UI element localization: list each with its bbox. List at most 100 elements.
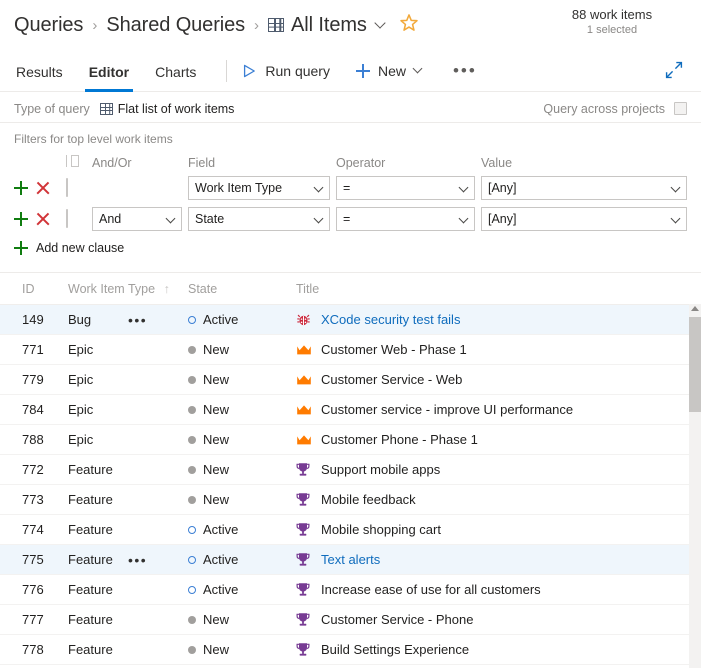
work-items-table: ID Work Item Type ↑ State Title 149 Bug ••… bbox=[0, 273, 701, 665]
query-type-value[interactable]: Flat list of work items bbox=[99, 101, 235, 116]
filter-row-checkbox[interactable] bbox=[66, 178, 68, 197]
cell-work-item-type: Feature bbox=[68, 604, 128, 635]
cell-title: Customer Web - Phase 1 bbox=[296, 334, 701, 365]
cell-work-item-type: Epic bbox=[68, 424, 128, 455]
cell-work-item-type: Bug bbox=[68, 304, 128, 335]
work-items-selected: 1 selected bbox=[586, 24, 638, 36]
filter-operator-select[interactable]: = bbox=[336, 207, 475, 231]
state-indicator-icon bbox=[188, 375, 196, 384]
state-indicator-icon bbox=[188, 495, 196, 504]
table-row[interactable]: 778 Feature New Build Settings Experience bbox=[0, 634, 701, 665]
tab-editor[interactable]: Editor bbox=[84, 50, 134, 92]
filter-operator-select[interactable]: = bbox=[336, 176, 475, 200]
work-item-title-link[interactable]: Customer Service - Phone bbox=[321, 612, 473, 627]
filter-field-cell: Work Item Type bbox=[188, 176, 336, 207]
filters-andor-header: And/Or bbox=[92, 155, 132, 170]
column-header-work-item-type[interactable]: Work Item Type ↑ bbox=[68, 273, 188, 305]
filter-row-checkbox-cell bbox=[66, 176, 92, 207]
query-type-value-label: Flat list of work items bbox=[117, 101, 235, 116]
work-item-title-link[interactable]: Support mobile apps bbox=[321, 462, 440, 477]
filter-value-cell: [Any] bbox=[481, 176, 687, 207]
vertical-scrollbar[interactable] bbox=[689, 304, 701, 668]
scrollbar-thumb[interactable] bbox=[689, 317, 701, 412]
filter-value-select[interactable]: [Any] bbox=[481, 176, 687, 200]
work-item-title-link[interactable]: Customer Service - Web bbox=[321, 372, 462, 387]
chevron-down-icon bbox=[165, 213, 176, 224]
work-item-title-link[interactable]: Text alerts bbox=[321, 552, 380, 567]
breadcrumb-item-shared-queries[interactable]: Shared Queries bbox=[106, 14, 245, 37]
state-label: New bbox=[203, 612, 230, 627]
filter-field-select[interactable]: State bbox=[188, 207, 330, 231]
add-clause-icon[interactable] bbox=[14, 181, 28, 195]
column-header-id[interactable]: ID bbox=[0, 273, 68, 305]
table-row[interactable]: 149 Bug ••• Active XCode security test fails bbox=[0, 304, 701, 335]
tab-charts[interactable]: Charts bbox=[153, 50, 198, 92]
cell-work-item-type: Feature bbox=[68, 574, 128, 605]
cell-work-item-type: Feature bbox=[68, 544, 128, 575]
filter-row-checkbox[interactable] bbox=[66, 209, 68, 228]
row-context-menu-icon-hidden bbox=[128, 574, 188, 605]
cell-id: 773 bbox=[0, 484, 68, 515]
row-context-menu-icon-hidden bbox=[128, 514, 188, 545]
filter-value-value: [Any] bbox=[488, 181, 517, 195]
table-row[interactable]: 775 Feature ••• Active Text alerts bbox=[0, 544, 701, 575]
table-row[interactable]: 773 Feature New Mobile feedback bbox=[0, 484, 701, 515]
cell-state: New bbox=[188, 424, 296, 455]
work-item-title-link[interactable]: Customer Phone - Phase 1 bbox=[321, 432, 478, 447]
filters-actions-header bbox=[14, 155, 66, 176]
cell-id: 776 bbox=[0, 574, 68, 605]
table-row[interactable]: 777 Feature New Customer Service - Phone bbox=[0, 604, 701, 635]
work-item-title-link[interactable]: Increase ease of use for all customers bbox=[321, 582, 541, 597]
cell-work-item-type: Epic bbox=[68, 394, 128, 425]
table-row[interactable]: 771 Epic New Customer Web - Phase 1 bbox=[0, 334, 701, 365]
work-item-title-link[interactable]: Build Settings Experience bbox=[321, 642, 469, 657]
breadcrumb-item-queries[interactable]: Queries bbox=[14, 14, 83, 37]
chevron-down-icon[interactable] bbox=[374, 17, 386, 29]
work-item-title-link[interactable]: Mobile feedback bbox=[321, 492, 416, 507]
add-new-clause-button[interactable]: Add new clause bbox=[14, 241, 687, 255]
work-item-title-link[interactable]: Customer Web - Phase 1 bbox=[321, 342, 467, 357]
add-clause-icon[interactable] bbox=[14, 212, 28, 226]
work-item-title-link[interactable]: Customer service - improve UI performanc… bbox=[321, 402, 573, 417]
state-indicator-icon bbox=[188, 405, 196, 414]
delete-clause-icon[interactable] bbox=[36, 181, 50, 195]
row-context-menu-icon[interactable]: ••• bbox=[128, 544, 188, 575]
star-icon[interactable] bbox=[398, 12, 420, 38]
table-row[interactable]: 774 Feature Active Mobile shopping cart bbox=[0, 514, 701, 545]
table-row[interactable]: 784 Epic New Customer service - improve UI … bbox=[0, 394, 701, 425]
cell-state: New bbox=[188, 394, 296, 425]
scroll-up-arrow-icon[interactable] bbox=[691, 306, 699, 311]
filter-field-cell: State bbox=[188, 207, 336, 238]
new-label: New bbox=[377, 62, 406, 79]
state-indicator-icon bbox=[188, 645, 196, 654]
breadcrumb-item-all-items[interactable]: All Items bbox=[291, 14, 367, 37]
row-context-menu-icon-hidden bbox=[128, 634, 188, 665]
filter-operator-value: = bbox=[343, 181, 351, 195]
state-label: New bbox=[203, 372, 230, 387]
delete-clause-icon[interactable] bbox=[36, 212, 50, 226]
state-indicator-icon bbox=[188, 315, 196, 324]
row-context-menu-icon[interactable]: ••• bbox=[128, 304, 188, 335]
filter-row-actions bbox=[14, 207, 66, 238]
table-row[interactable]: 776 Feature Active Increase ease of use for… bbox=[0, 574, 701, 605]
work-item-title-link[interactable]: Mobile shopping cart bbox=[321, 522, 441, 537]
new-button[interactable]: New bbox=[355, 62, 423, 79]
column-header-title[interactable]: Title bbox=[296, 273, 701, 305]
cell-title: Customer Phone - Phase 1 bbox=[296, 424, 701, 455]
filter-value-select[interactable]: [Any] bbox=[481, 207, 687, 231]
table-row[interactable]: 788 Epic New Customer Phone - Phase 1 bbox=[0, 424, 701, 455]
more-commands-button[interactable]: ••• bbox=[453, 61, 477, 81]
filter-andor-select[interactable]: And bbox=[92, 207, 182, 231]
grid-icon bbox=[99, 102, 113, 115]
fullscreen-expand-icon[interactable] bbox=[665, 61, 683, 84]
tab-results[interactable]: Results bbox=[14, 50, 65, 92]
table-row[interactable]: 772 Feature New Support mobile apps bbox=[0, 454, 701, 485]
table-row[interactable]: 779 Epic New Customer Service - Web bbox=[0, 364, 701, 395]
run-query-button[interactable]: Run query bbox=[243, 63, 330, 79]
chevron-down-icon[interactable] bbox=[412, 63, 423, 74]
filter-field-select[interactable]: Work Item Type bbox=[188, 176, 330, 200]
column-header-state[interactable]: State bbox=[188, 273, 296, 305]
work-item-title-link[interactable]: XCode security test fails bbox=[321, 312, 460, 327]
query-across-projects-checkbox[interactable] bbox=[674, 102, 687, 115]
add-new-clause-label: Add new clause bbox=[36, 241, 125, 255]
